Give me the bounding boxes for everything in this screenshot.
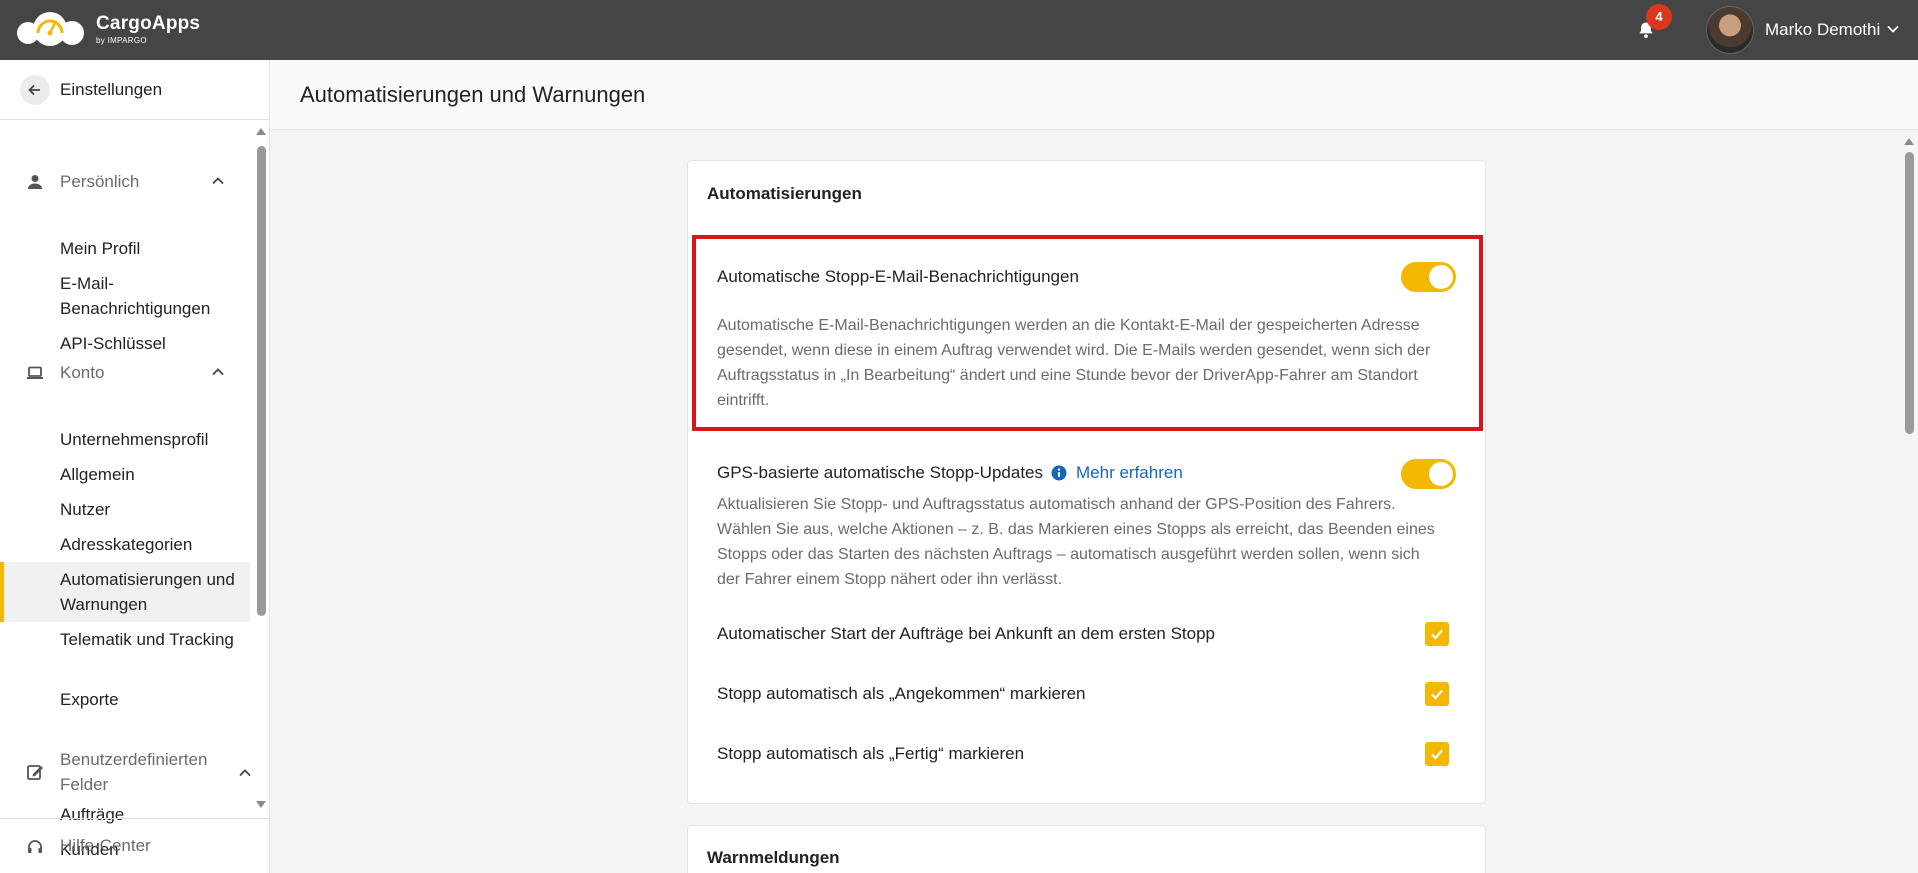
main-scrollbar[interactable] [1900,132,1918,873]
option-arrived-label: Stopp automatisch als „Angekommen“ marki… [717,684,1086,703]
automations-title: Automatisierungen [707,184,862,203]
main-scrollbar-thumb[interactable] [1905,152,1914,434]
chevron-up-icon[interactable] [211,365,225,379]
sidebar-item-address-categories[interactable]: Adresskategorien [60,532,240,557]
nav-group-label: Konto [60,363,105,382]
option-auto-start-checkbox[interactable] [1425,622,1449,646]
chevron-down-icon[interactable] [1886,22,1900,36]
learn-more-link[interactable]: Mehr erfahren [1076,461,1183,485]
option-auto-start-label: Automatischer Start der Aufträge bei Ank… [717,624,1216,643]
scroll-up-icon[interactable] [255,126,267,136]
gps-stop-title: GPS-basierte automatische Stopp-Updates [717,463,1044,482]
warnings-card: Warnmeldungen [687,825,1486,873]
app-by-line: by IMPARGO [96,35,147,45]
toggle-knob [1429,265,1453,289]
nav-group-custom-fields[interactable]: Benutzerdefinierten Felder [0,741,252,801]
toggle-knob [1429,462,1453,486]
sidebar-item-telematics[interactable]: Telematik und Tracking [60,627,240,652]
option-done-label: Stopp automatisch als „Fertig“ markieren [717,744,1025,763]
top-bar: CargoApps by IMPARGO 4 Marko Demothi [0,0,1918,60]
gps-stop-description: Aktualisieren Sie Stopp- und Auftragssta… [717,496,1435,588]
settings-back-row[interactable]: Einstellungen [0,60,270,120]
nav-group-account[interactable]: Konto [0,352,252,392]
sidebar-scrollbar-thumb[interactable] [257,146,266,616]
automations-card: Automatisierungen Automatische Stopp-E-M… [687,160,1486,804]
edit-icon [27,765,43,780]
settings-sidebar: Einstellungen Persönlich Mein Profil E-M… [0,60,270,873]
app-name: CargoApps [96,12,201,34]
chevron-up-icon[interactable] [211,174,225,188]
help-center-row[interactable]: Hilfe-Center [0,818,270,873]
laptop-icon [27,366,43,379]
sidebar-item-exports[interactable]: Exporte [60,687,240,712]
warnings-title: Warnmeldungen [707,848,840,867]
sidebar-item-automations[interactable]: Automatisierungen und Warnungen [60,567,240,617]
scroll-up-icon[interactable] [1903,136,1915,146]
settings-back-label[interactable]: Einstellungen [60,80,162,100]
sidebar-active-indicator [0,562,4,622]
person-icon [28,175,42,189]
nav-group-label: Benutzerdefinierten Felder [60,750,208,794]
notifications-badge[interactable]: 4 [1646,4,1672,30]
page-title: Automatisierungen und Warnungen [300,82,646,107]
info-icon[interactable] [1051,465,1067,481]
cargoapps-logo[interactable]: CargoApps by IMPARGO [14,9,200,49]
email-stop-title: Automatische Stopp-E-Mail-Benachrichtigu… [717,267,1079,286]
checkmark-icon [1431,749,1443,760]
checkmark-icon [1431,629,1443,640]
settings-nav: Persönlich Mein Profil E-Mail-Benachrich… [0,120,252,873]
chevron-up-icon[interactable] [238,766,252,780]
email-stop-toggle[interactable] [1401,262,1456,292]
headset-icon [28,840,42,853]
scroll-down-icon[interactable] [255,800,267,810]
logo-gauge-icon [14,9,90,49]
sidebar-scrollbar[interactable] [252,126,270,816]
arrow-left-icon [28,84,40,96]
sidebar-item-email-notifications[interactable]: E-Mail-Benachrichtigungen [60,271,240,321]
option-done-checkbox[interactable] [1425,742,1449,766]
back-button[interactable] [20,75,50,105]
user-name[interactable]: Marko Demothi [1765,20,1880,40]
gps-stop-toggle[interactable] [1401,459,1456,489]
nav-group-personal[interactable]: Persönlich [0,161,252,201]
sidebar-item-general[interactable]: Allgemein [60,462,240,487]
sidebar-item-my-profile[interactable]: Mein Profil [60,236,240,261]
help-center-link[interactable]: Hilfe-Center [60,836,151,856]
sidebar-item-company-profile[interactable]: Unternehmensprofil [60,427,240,452]
page-header: Automatisierungen und Warnungen [270,60,1918,130]
sidebar-item-users[interactable]: Nutzer [60,497,240,522]
email-stop-description: Automatische E-Mail-Benachrichtigungen w… [717,317,1431,409]
checkmark-icon [1431,689,1443,700]
nav-group-label: Persönlich [60,172,140,191]
option-arrived-checkbox[interactable] [1425,682,1449,706]
avatar[interactable] [1706,6,1754,54]
